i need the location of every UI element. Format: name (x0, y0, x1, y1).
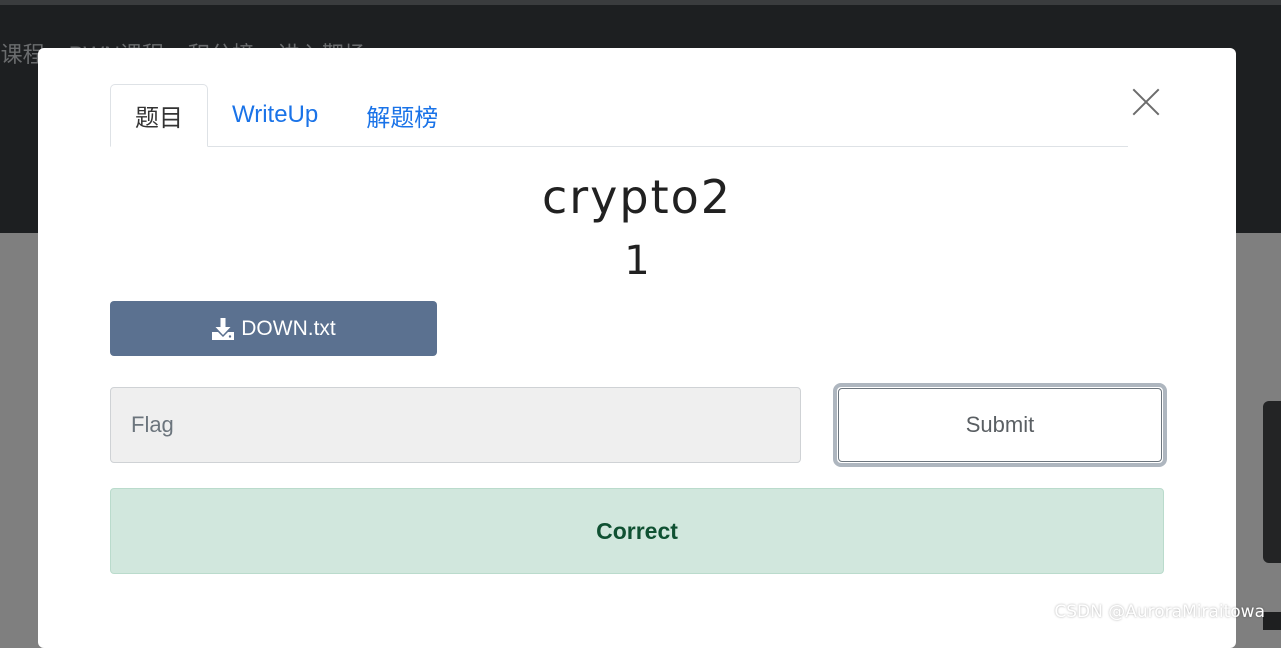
download-file-button[interactable]: DOWN.txt (110, 301, 437, 356)
close-icon[interactable] (1130, 86, 1162, 118)
download-icon (212, 317, 235, 340)
challenge-modal: 题目 WriteUp 解题榜 crypto2 1 DOWN.txt Submit… (38, 48, 1236, 648)
submit-button[interactable]: Submit (833, 383, 1167, 467)
flag-input[interactable] (110, 387, 801, 463)
challenge-points: 1 (624, 238, 650, 284)
tab-solves[interactable]: 解题榜 (342, 84, 462, 146)
download-file-label: DOWN.txt (241, 316, 336, 340)
result-alert: Correct (110, 488, 1164, 574)
result-text: Correct (596, 517, 678, 544)
background-corner (1263, 612, 1281, 630)
tab-challenge[interactable]: 题目 (110, 84, 208, 147)
modal-tabs: 题目 WriteUp 解题榜 (110, 84, 1128, 147)
watermark: CSDN @AuroraMiraitowa (1054, 602, 1265, 622)
background-panel-edge (1263, 401, 1281, 563)
submit-button-label: Submit (838, 388, 1162, 462)
tab-writeup[interactable]: WriteUp (208, 84, 342, 146)
challenge-title: crypto2 (541, 170, 733, 224)
